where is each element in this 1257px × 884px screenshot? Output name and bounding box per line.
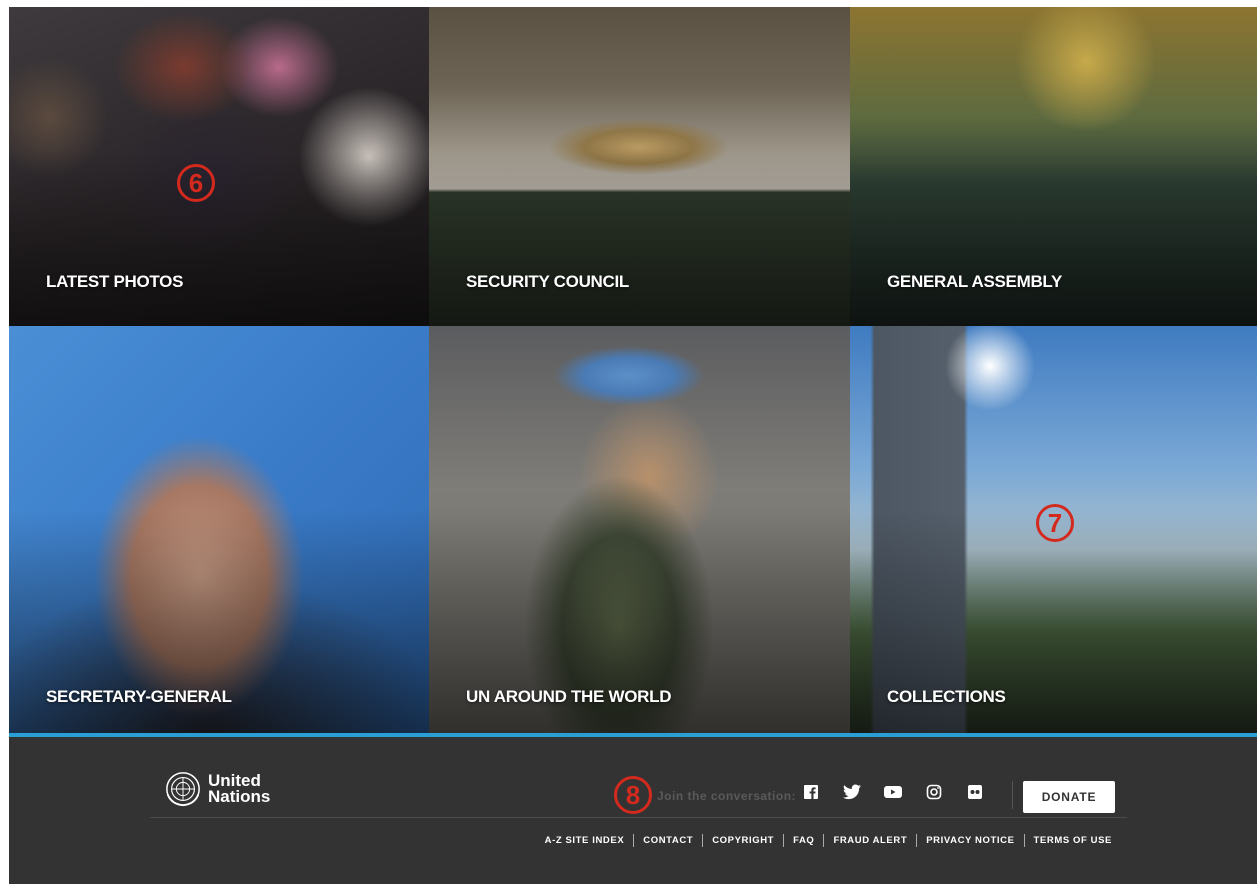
un-logo[interactable]: United Nations bbox=[164, 770, 270, 808]
tile-un-around-the-world[interactable]: UN AROUND THE WORLD bbox=[429, 326, 850, 733]
tile-secretary-general[interactable]: SECRETARY-GENERAL bbox=[9, 326, 429, 733]
social-links bbox=[801, 782, 1006, 802]
annotation-marker-7: 7 bbox=[1036, 504, 1074, 542]
link-site-index[interactable]: A-Z SITE INDEX bbox=[545, 835, 625, 846]
footer-links: A-Z SITE INDEX CONTACT COPYRIGHT FAQ FRA… bbox=[545, 834, 1112, 847]
link-separator bbox=[823, 834, 825, 847]
annotation-marker-6: 6 bbox=[177, 164, 215, 202]
link-terms-of-use[interactable]: TERMS OF USE bbox=[1034, 835, 1112, 846]
tile-label: SECURITY COUNCIL bbox=[466, 272, 630, 291]
youtube-icon[interactable] bbox=[883, 782, 903, 802]
logo-text: United Nations bbox=[208, 772, 271, 806]
site-footer: United Nations 8 Join the conversation: … bbox=[9, 733, 1257, 884]
tile-general-assembly[interactable]: GENERAL ASSEMBLY bbox=[850, 7, 1257, 326]
flickr-icon[interactable] bbox=[965, 782, 985, 802]
join-conversation-text: Join the conversation: bbox=[657, 789, 797, 803]
link-contact[interactable]: CONTACT bbox=[643, 835, 693, 846]
link-privacy-notice[interactable]: PRIVACY NOTICE bbox=[926, 835, 1014, 846]
tile-label: COLLECTIONS bbox=[887, 687, 1006, 706]
tile-label: LATEST PHOTOS bbox=[46, 272, 184, 291]
footer-separator bbox=[150, 817, 1127, 818]
footer-divider bbox=[1012, 781, 1013, 809]
link-separator bbox=[916, 834, 918, 847]
un-emblem-icon bbox=[166, 772, 200, 807]
tile-security-council[interactable]: SECURITY COUNCIL bbox=[429, 7, 850, 326]
photo-grid: LATEST PHOTOS SECURITY COUNCIL GENERAL A… bbox=[9, 7, 1257, 733]
link-separator bbox=[783, 834, 785, 847]
instagram-icon[interactable] bbox=[924, 782, 944, 802]
link-copyright[interactable]: COPYRIGHT bbox=[712, 835, 774, 846]
logo-line-2: Nations bbox=[208, 787, 271, 806]
link-separator bbox=[1023, 834, 1025, 847]
tile-label: GENERAL ASSEMBLY bbox=[887, 272, 1062, 291]
donate-button[interactable]: DONATE bbox=[1023, 781, 1115, 813]
tile-label: SECRETARY-GENERAL bbox=[46, 687, 232, 706]
twitter-icon[interactable] bbox=[842, 782, 862, 802]
link-faq[interactable]: FAQ bbox=[793, 835, 814, 846]
link-separator bbox=[633, 834, 635, 847]
tile-latest-photos[interactable]: LATEST PHOTOS bbox=[9, 7, 429, 326]
tile-label: UN AROUND THE WORLD bbox=[466, 687, 672, 706]
facebook-icon[interactable] bbox=[801, 782, 821, 802]
link-separator bbox=[702, 834, 704, 847]
annotation-marker-8: 8 bbox=[614, 776, 652, 814]
link-fraud-alert[interactable]: FRAUD ALERT bbox=[833, 835, 907, 846]
